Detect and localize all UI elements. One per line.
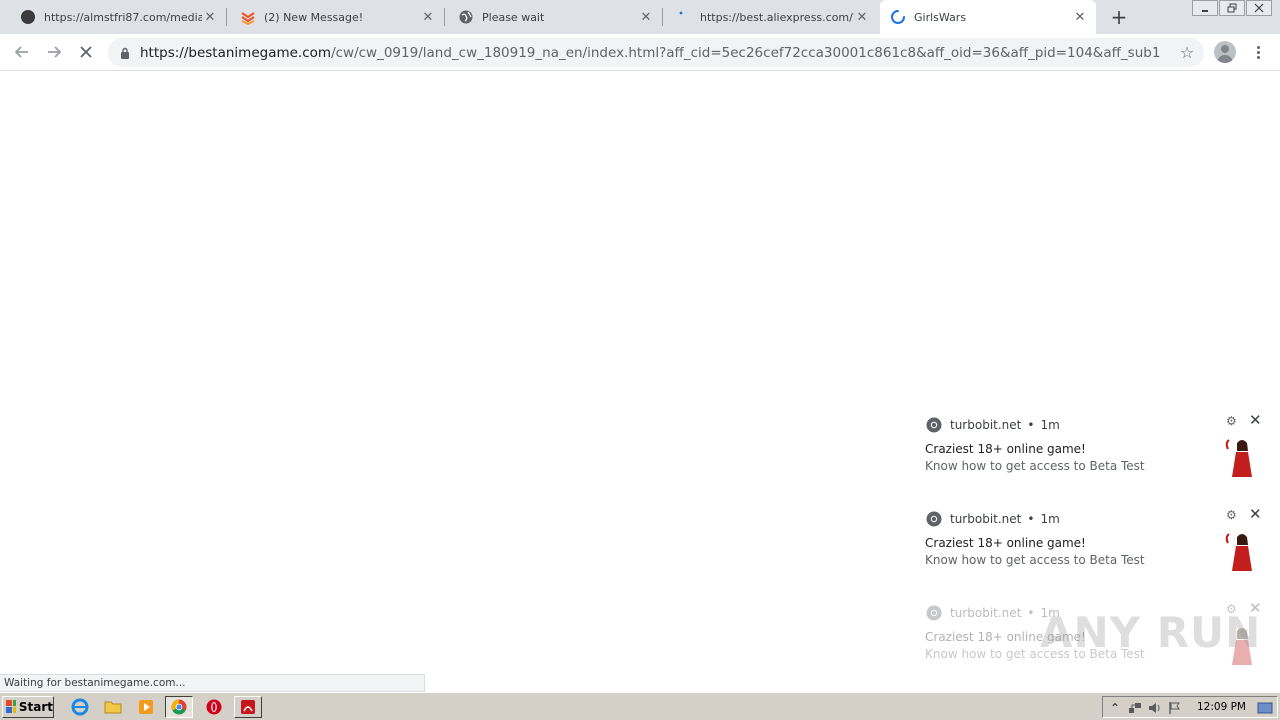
loading-dots-icon [676, 9, 692, 25]
notification[interactable]: turbobit.net • 1m ⚙ ✕ Craziest 18+ onlin… [916, 407, 1270, 493]
close-icon[interactable]: ✕ [638, 9, 654, 25]
close-window-button[interactable] [1246, 0, 1272, 16]
lock-icon [118, 46, 132, 60]
globe-icon [458, 9, 474, 25]
minimize-button[interactable] [1192, 0, 1218, 16]
windows-logo-icon [6, 700, 16, 713]
network-icon[interactable] [1127, 700, 1143, 716]
notification[interactable]: turbobit.net • 1m ⚙ ✕ Craziest 18+ onlin… [916, 501, 1270, 587]
notification-title: Craziest 18+ online game! [925, 536, 1086, 550]
arrow-left-icon [14, 46, 28, 58]
notification-source: turbobit.net [950, 418, 1022, 432]
separator-dot: • [1027, 418, 1035, 432]
browser-toolbar: https://bestanimegame.com/cw/cw_0919/lan… [0, 34, 1280, 71]
new-tab-button[interactable]: + [1108, 5, 1130, 29]
stack-orange-icon [240, 9, 256, 25]
close-icon[interactable]: ✕ [1249, 413, 1263, 428]
watermark: ANY RUN [1040, 608, 1262, 657]
close-icon[interactable]: ✕ [1249, 507, 1263, 522]
taskbar: Start ⌃ 12:09 PM [0, 692, 1280, 720]
notification-thumbnail [1225, 533, 1252, 571]
menu-kebab-icon[interactable] [1250, 42, 1266, 62]
chrome-icon [926, 605, 942, 621]
tab-title: (2) New Message! [264, 10, 364, 24]
tab-aliexpress[interactable]: https://best.aliexpress.com/?lar ✕ [656, 0, 878, 34]
separator-dot: • [1027, 606, 1035, 620]
url-host: https://bestanimegame.com [140, 44, 332, 61]
gear-icon[interactable]: ⚙ [1226, 509, 1238, 521]
start-label: Start [18, 700, 53, 714]
start-button[interactable]: Start [2, 696, 54, 718]
notification-header: turbobit.net • 1m [926, 511, 1060, 527]
separator-dot: • [1027, 512, 1035, 526]
notification-body: Know how to get access to Beta Test [925, 459, 1145, 473]
status-bubble: Waiting for bestanimegame.com... [0, 674, 425, 692]
tab-title: https://best.aliexpress.com/?lar [700, 10, 854, 24]
restore-button[interactable] [1219, 0, 1245, 16]
opera-icon[interactable] [204, 698, 224, 716]
tab-girlswars[interactable]: GirlsWars ✕ [880, 0, 1096, 34]
url-path: /cw/cw_0919/land_cw_180919_na_en/index.h… [331, 44, 1160, 61]
tab-title: Please wait [482, 10, 545, 24]
close-icon[interactable]: ✕ [202, 9, 218, 25]
forward-button[interactable] [42, 40, 66, 64]
notification-thumbnail [1225, 439, 1252, 477]
folder-icon[interactable] [103, 698, 123, 716]
volume-icon[interactable] [1147, 700, 1163, 716]
chrome-icon [926, 417, 942, 433]
arrow-right-icon [48, 46, 62, 58]
address-bar[interactable]: https://bestanimegame.com/cw/cw_0919/lan… [108, 38, 1204, 67]
close-icon[interactable]: ✕ [420, 9, 436, 25]
clock[interactable]: 12:09 PM [1197, 701, 1246, 713]
chrome-icon [926, 511, 942, 527]
gear-icon[interactable]: ⚙ [1226, 415, 1238, 427]
tab-strip: https://almstfri87.com/mediaho: ✕ (2) Ne… [0, 0, 1280, 34]
close-icon[interactable]: ✕ [854, 9, 870, 25]
url-text[interactable]: https://bestanimegame.com/cw/cw_0919/lan… [140, 45, 1160, 61]
bookmark-star-icon[interactable]: ☆ [1178, 43, 1196, 62]
internet-explorer-icon[interactable] [70, 698, 90, 716]
close-icon [80, 46, 92, 58]
chrome-taskbar-icon[interactable] [165, 696, 193, 718]
notification-source: turbobit.net [950, 512, 1022, 526]
tab-almstfri[interactable]: https://almstfri87.com/mediaho: ✕ [0, 0, 226, 34]
stop-loading-button[interactable] [74, 40, 98, 64]
acrobat-icon[interactable] [234, 696, 262, 718]
window-controls [1191, 0, 1272, 16]
notification-age: 1m [1040, 512, 1060, 526]
tab-please-wait[interactable]: Please wait ✕ [438, 0, 662, 34]
show-desktop-icon[interactable] [1257, 700, 1273, 716]
back-button[interactable] [10, 40, 34, 64]
tab-new-message[interactable]: (2) New Message! ✕ [220, 0, 444, 34]
tab-title: https://almstfri87.com/mediaho: [44, 10, 202, 24]
notification-body: Know how to get access to Beta Test [925, 553, 1145, 567]
profile-avatar[interactable] [1214, 41, 1236, 63]
media-player-icon[interactable] [136, 698, 156, 716]
notification-title: Craziest 18+ online game! [925, 442, 1086, 456]
notification-source: turbobit.net [950, 606, 1022, 620]
notification-age: 1m [1040, 418, 1060, 432]
dark-circle-icon [20, 9, 36, 25]
tab-title: GirlsWars [914, 10, 967, 24]
notification-header: turbobit.net • 1m [926, 417, 1060, 433]
action-center-flag-icon[interactable] [1167, 700, 1183, 716]
loading-spinner-icon [890, 9, 906, 25]
system-tray: ⌃ 12:09 PM [1102, 696, 1278, 718]
show-hidden-icons-icon[interactable]: ⌃ [1107, 700, 1123, 716]
close-icon[interactable]: ✕ [1072, 9, 1088, 25]
